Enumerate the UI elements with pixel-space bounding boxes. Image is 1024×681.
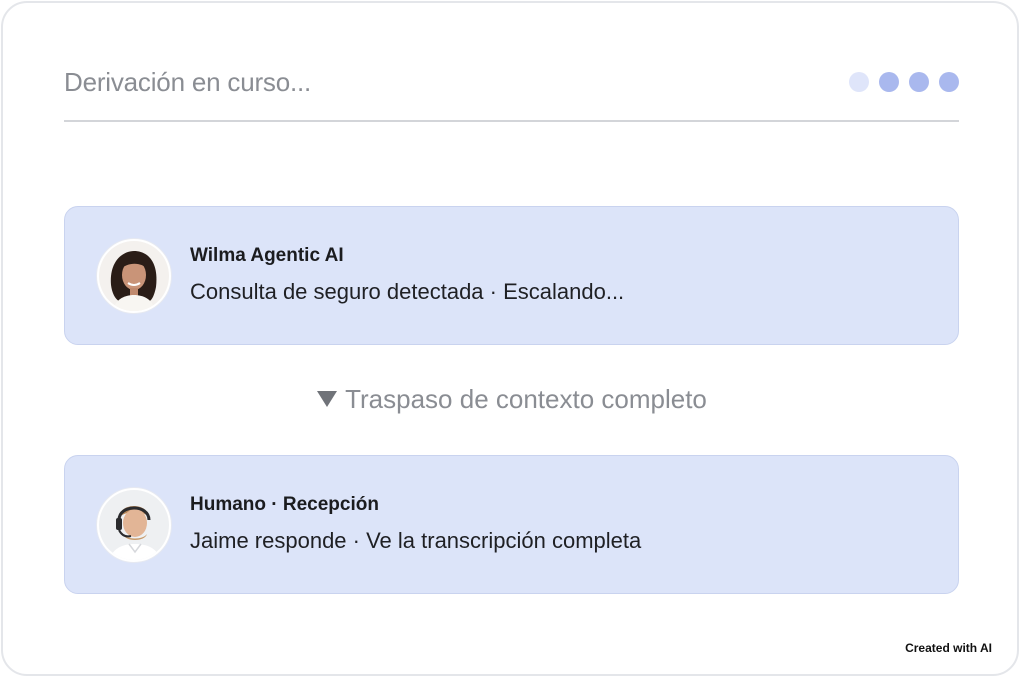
agent-message: Consulta de seguro detectada · Escalando…: [190, 279, 625, 304]
human-reception-card[interactable]: Humano · Recepción Jaime responde · Ve l…: [64, 455, 959, 594]
woman-avatar-icon: [97, 239, 171, 313]
created-with-ai-note: Created with AI: [905, 641, 992, 655]
ai-agent-card[interactable]: Wilma Agentic AI Consulta de seguro dete…: [64, 206, 959, 345]
progress-dot: [879, 72, 899, 92]
handoff-status: Traspaso de contexto completo: [0, 384, 1024, 415]
agent-name: Wilma Agentic AI: [190, 245, 344, 266]
status-title: Derivación en curso...: [64, 66, 312, 97]
human-card-text: Humano · Recepción Jaime responde · Ve l…: [190, 494, 641, 554]
progress-dot: [909, 72, 929, 92]
ai-agent-card-text: Wilma Agentic AI Consulta de seguro dete…: [190, 245, 624, 305]
progress-dots: [849, 72, 959, 92]
progress-dot: [849, 72, 869, 92]
handoff-label: Traspaso de contexto completo: [345, 384, 707, 414]
triangle-down-icon: [317, 391, 338, 407]
status-header: Derivación en curso...: [64, 58, 959, 106]
human-message: Jaime responde · Ve la transcripción com…: [190, 528, 642, 553]
header-divider: [64, 120, 959, 122]
progress-dot: [939, 72, 959, 92]
human-name: Humano · Recepción: [190, 494, 379, 515]
man-headset-avatar-icon: [97, 488, 171, 562]
